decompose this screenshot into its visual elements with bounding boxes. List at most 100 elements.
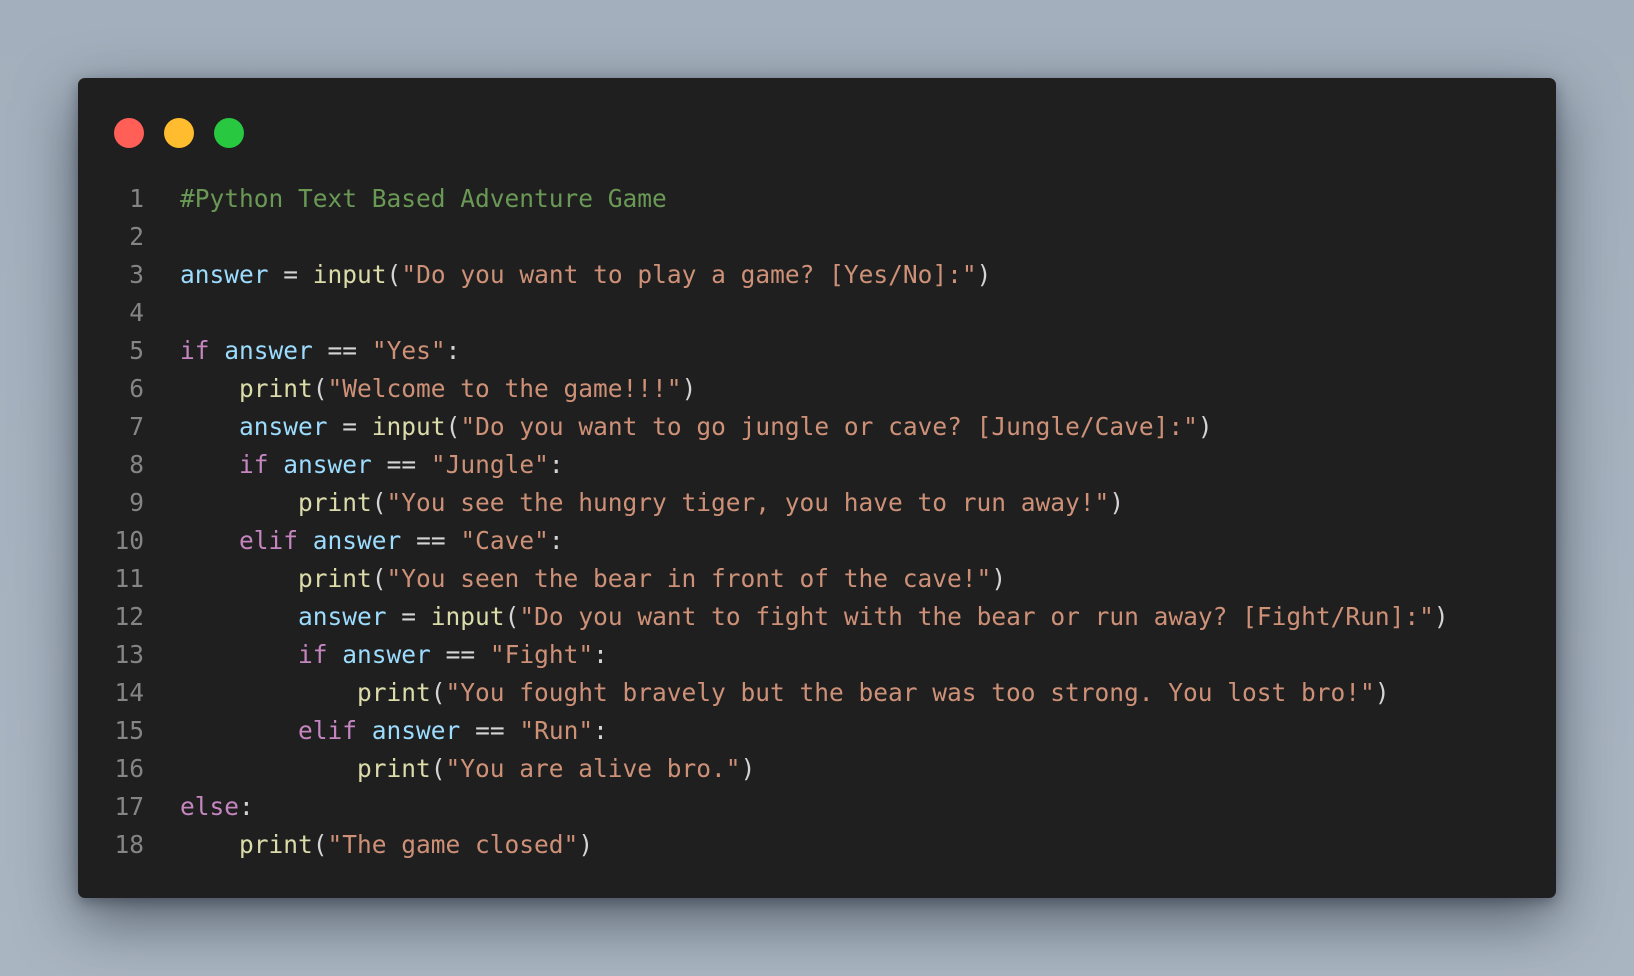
close-icon[interactable] — [114, 118, 144, 148]
code-token-func: print — [357, 754, 431, 783]
code-line: 5 if answer == "Yes": — [78, 332, 1556, 370]
code-token-op — [269, 450, 284, 479]
code-token-op — [180, 830, 239, 859]
code-line: 1 #Python Text Based Adventure Game — [78, 180, 1556, 218]
code-window: 1 #Python Text Based Adventure Game 2 3 answ… — [78, 78, 1556, 898]
code-token-op — [180, 640, 298, 669]
code-token-op: == — [401, 526, 461, 555]
line-number: 7 — [129, 412, 144, 441]
code-token-str: "You seen the bear in front of the cave!… — [386, 564, 992, 593]
code-token-punc: ( — [386, 260, 402, 289]
code-token-func: input — [371, 412, 446, 441]
code-token-str: "Do you want to fight with the bear or r… — [519, 602, 1434, 631]
code-token-punc: ) — [1374, 678, 1390, 707]
code-token-op — [180, 488, 298, 517]
code-line: 12 answer = input("Do you want to fight … — [78, 598, 1556, 636]
code-token-punc: ) — [578, 830, 594, 859]
code-token-op: = — [386, 602, 431, 631]
maximize-icon[interactable] — [214, 118, 244, 148]
code-token-kw: else — [180, 792, 240, 821]
code-token-kw: elif — [239, 526, 299, 555]
code-token-op — [180, 374, 239, 403]
code-line: 10 elif answer == "Cave": — [78, 522, 1556, 560]
line-code: elif answer == "Cave": — [144, 522, 564, 560]
code-token-punc: ) — [1109, 488, 1125, 517]
code-token-var: answer — [283, 450, 372, 479]
code-token-var: answer — [298, 602, 387, 631]
code-token-comment: #Python Text Based Adventure Game — [180, 184, 667, 213]
code-line: 3 answer = input("Do you want to play a g… — [78, 256, 1556, 294]
code-token-kw: if — [239, 450, 269, 479]
code-token-str: "Yes" — [371, 336, 446, 365]
line-code: else: — [144, 788, 254, 826]
code-line: 13 if answer == "Fight": — [78, 636, 1556, 674]
code-token-op — [357, 716, 372, 745]
code-line: 16 print("You are alive bro.") — [78, 750, 1556, 788]
code-token-op — [180, 716, 298, 745]
code-token-str: "Do you want to play a game? [Yes/No]:" — [401, 260, 977, 289]
code-token-op — [180, 450, 239, 479]
code-token-func: print — [357, 678, 431, 707]
code-token-var: answer — [180, 260, 269, 289]
code-token-op — [210, 336, 225, 365]
line-number: 14 — [114, 678, 144, 707]
line-code: #Python Text Based Adventure Game — [144, 180, 667, 218]
code-line: 17 else: — [78, 788, 1556, 826]
line-number: 11 — [114, 564, 144, 593]
line-number: 8 — [129, 450, 144, 479]
code-token-punc: ( — [445, 412, 461, 441]
line-code: answer = input("Do you want to play a ga… — [144, 256, 991, 294]
line-number: 15 — [114, 716, 144, 745]
code-token-punc: ( — [312, 374, 328, 403]
code-token-op: == — [430, 640, 490, 669]
line-code: print("You see the hungry tiger, you hav… — [144, 484, 1124, 522]
code-token-punc: ) — [740, 754, 756, 783]
code-token-punc: : — [593, 716, 608, 745]
line-number: 1 — [129, 184, 144, 213]
code-line: 8 if answer == "Jungle": — [78, 446, 1556, 484]
code-editor: 1 #Python Text Based Adventure Game 2 3 answ… — [78, 180, 1556, 864]
code-token-op — [298, 526, 313, 555]
code-token-punc: : — [445, 336, 461, 365]
code-token-op — [180, 754, 357, 783]
code-token-op: == — [371, 450, 431, 479]
code-token-op — [180, 564, 298, 593]
code-token-str: "Fight" — [489, 640, 594, 669]
minimize-icon[interactable] — [164, 118, 194, 148]
line-number: 2 — [129, 222, 144, 251]
line-number: 16 — [114, 754, 144, 783]
code-token-punc: ) — [991, 564, 1007, 593]
line-number: 5 — [129, 336, 144, 365]
code-token-op — [180, 412, 239, 441]
code-token-op — [180, 602, 298, 631]
code-token-str: "Jungle" — [430, 450, 549, 479]
code-token-func: print — [239, 830, 313, 859]
code-token-op: = — [327, 412, 372, 441]
line-code: if answer == "Yes": — [144, 332, 460, 370]
line-number: 17 — [114, 792, 144, 821]
code-token-str: "You are alive bro." — [445, 754, 741, 783]
line-code: print("You are alive bro.") — [144, 750, 755, 788]
code-token-op — [180, 678, 357, 707]
code-token-str: "Welcome to the game!!!" — [327, 374, 682, 403]
line-code: print("The game closed") — [144, 826, 593, 864]
code-token-str: "Do you want to go jungle or cave? [Jung… — [460, 412, 1198, 441]
line-code: answer = input("Do you want to go jungle… — [144, 408, 1213, 446]
line-number: 13 — [114, 640, 144, 669]
code-token-punc: : — [593, 640, 608, 669]
code-token-func: print — [298, 488, 372, 517]
code-token-var: answer — [224, 336, 313, 365]
code-token-op — [180, 526, 239, 555]
code-line: 14 print("You fought bravely but the bea… — [78, 674, 1556, 712]
code-token-op: == — [460, 716, 520, 745]
code-line: 2 — [78, 218, 1556, 256]
code-token-punc: ( — [371, 488, 387, 517]
code-token-op: == — [312, 336, 372, 365]
code-token-func: input — [312, 260, 387, 289]
code-token-punc: : — [548, 526, 564, 555]
code-token-var: answer — [342, 640, 431, 669]
line-number: 6 — [129, 374, 144, 403]
code-line: 4 — [78, 294, 1556, 332]
